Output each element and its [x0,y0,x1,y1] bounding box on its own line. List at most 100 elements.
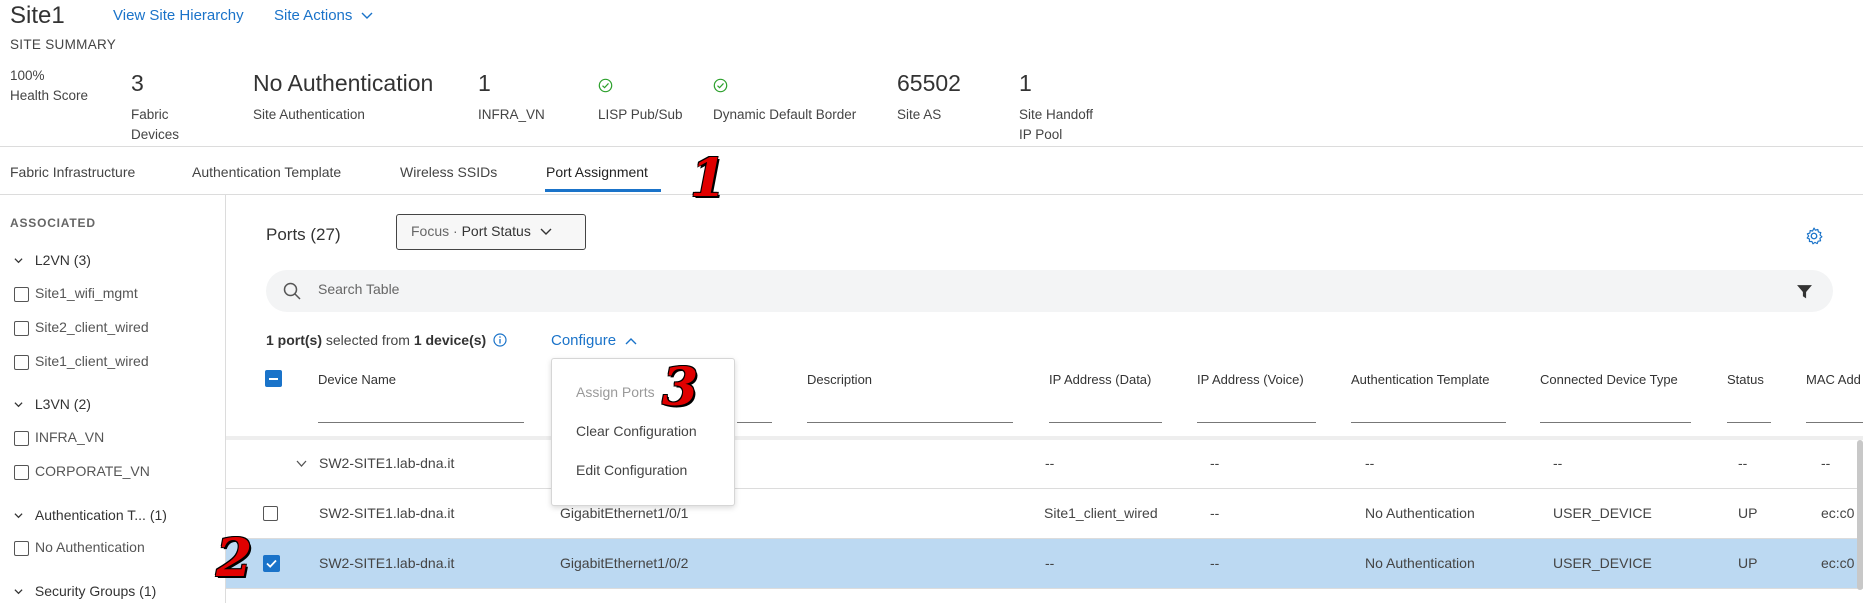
cell-device-name: SW2-SITE1.lab-dna.it [319,455,455,471]
chevron-down-icon[interactable] [296,460,307,468]
chevron-down-icon [14,589,23,595]
menu-item-clear-configuration[interactable]: Clear Configuration [576,423,697,439]
configure-dropdown-menu: Assign Ports Clear Configuration Edit Co… [551,358,735,506]
focus-value: Port Status [461,223,531,239]
cell-ip-data: Site1_client_wired [1044,505,1158,521]
site-handoff-label-2: IP Pool [1019,127,1063,142]
sidebar-item-label: INFRA_VN [35,429,105,445]
column-filter-device-name[interactable] [318,422,524,423]
health-score-label: Health Score [10,88,89,103]
menu-item-assign-ports[interactable]: Assign Ports [576,384,655,400]
sidebar-item-label: Site2_client_wired [35,319,149,335]
column-header-mac[interactable]: MAC Add [1806,372,1861,387]
site-summary-heading: SITE SUMMARY [10,37,117,52]
dynamic-default-border-label: Dynamic Default Border [713,107,857,122]
health-score-value: 100% [10,68,45,83]
site-actions-menu[interactable]: Site Actions [274,7,373,24]
row-checkbox-checked[interactable] [263,555,280,572]
cell-device-type: USER_DEVICE [1553,555,1652,571]
column-filter-description[interactable] [807,422,1013,423]
sidebar-group-label: L3VN (2) [34,396,91,412]
cell-device-name: SW2-SITE1.lab-dna.it [319,505,455,521]
cell-ip-voice: -- [1210,555,1220,571]
column-filter-port-name[interactable] [737,422,772,423]
row-checkbox[interactable] [263,506,278,521]
column-filter-mac[interactable] [1806,422,1863,423]
tab-wireless-ssids[interactable]: Wireless SSIDs [400,164,497,180]
site-handoff-label: Site Handoff [1019,107,1094,122]
selection-summary: 1 port(s) selected from 1 device(s) [266,332,507,348]
column-header-device-name[interactable]: Device Name [318,372,396,387]
sidebar-item-site2-client-wired[interactable]: Site2_client_wired [14,319,149,336]
configure-label: Configure [551,332,617,349]
lisp-pubsub-label: LISP Pub/Sub [598,107,683,122]
configure-menu[interactable]: Configure [551,332,637,349]
checkbox[interactable] [14,286,29,302]
sidebar-item-infra-vn[interactable]: INFRA_VN [14,429,104,446]
sidebar-group-authentication[interactable]: Authentication T... (1) [14,507,167,523]
tab-fabric-infrastructure[interactable]: Fabric Infrastructure [10,164,135,180]
sidebar-item-site1-wifi-mgmt[interactable]: Site1_wifi_mgmt [14,285,138,302]
view-site-hierarchy-link[interactable]: View Site Hierarchy [113,7,244,24]
cell-auth-template: No Authentication [1365,555,1475,571]
cell-ip-voice: -- [1210,505,1220,521]
column-filter-status[interactable] [1727,422,1771,423]
cell-port-link[interactable]: GigabitEthernet1/0/2 [560,555,688,571]
chevron-down-icon [540,228,552,235]
column-header-status[interactable]: Status [1727,372,1764,387]
checkbox[interactable] [14,320,29,336]
checkbox[interactable] [14,464,29,480]
cell-ip-voice: -- [1210,455,1220,471]
sidebar-item-site1-client-wired[interactable]: Site1_client_wired [14,353,149,370]
sidebar-group-l2vn[interactable]: L2VN (3) [14,252,91,268]
sidebar-group-l3vn[interactable]: L3VN (2) [14,396,91,412]
sidebar-item-label: Site1_client_wired [35,353,149,369]
check-circle-icon [713,78,728,93]
column-filter-auth-template[interactable] [1351,422,1506,423]
focus-dropdown[interactable]: Focus · Port Status [396,214,586,250]
cell-port-link[interactable]: GigabitEthernet1/0/1 [560,505,688,521]
column-filter-ip-data[interactable] [1049,422,1162,423]
cell-ip-data: -- [1045,455,1055,471]
cell-status: UP [1738,505,1758,521]
filter-icon[interactable] [1796,283,1813,300]
column-header-auth-template[interactable]: Authentication Template [1351,372,1490,387]
table-row-group[interactable]: SW2-SITE1.lab-dna.it -- -- -- -- -- -- [226,440,1863,489]
checkbox[interactable] [14,540,29,556]
search-icon [283,282,301,300]
column-header-description[interactable]: Description [807,372,872,387]
tab-authentication-template[interactable]: Authentication Template [192,164,341,180]
sidebar-group-security-groups[interactable]: Security Groups (1) [14,583,156,599]
chevron-down-icon [361,12,373,19]
column-filter-ip-voice[interactable] [1197,422,1316,423]
cell-device-type: USER_DEVICE [1553,505,1652,521]
annotation-3: 3 [662,357,699,418]
column-header-ip-voice[interactable]: IP Address (Voice) [1197,372,1304,387]
indeterminate-mark [269,377,278,380]
info-icon[interactable] [493,333,507,347]
column-filter-device-type[interactable] [1540,422,1691,423]
selection-summary-text: selected from [322,332,414,348]
cell-device-name: SW2-SITE1.lab-dna.it [319,555,455,571]
checkmark-icon [266,559,277,568]
gear-icon[interactable] [1804,226,1824,246]
sidebar-heading: ASSOCIATED [10,216,96,230]
site-handoff-value-link[interactable]: 1 [1019,70,1032,97]
checkbox[interactable] [14,354,29,370]
column-header-ip-data[interactable]: IP Address (Data) [1049,372,1151,387]
sidebar-group-label: L2VN (3) [34,252,91,268]
table-row-selected[interactable]: SW2-SITE1.lab-dna.it GigabitEthernet1/0/… [226,539,1863,589]
table-scrollbar[interactable] [1857,440,1863,590]
select-all-checkbox[interactable] [265,370,282,387]
sidebar-item-no-authentication[interactable]: No Authentication [14,539,145,556]
selected-port-count: 1 port(s) [266,332,322,348]
column-header-device-type[interactable]: Connected Device Type [1540,372,1678,387]
tab-port-assignment[interactable]: Port Assignment [546,164,648,180]
sidebar-item-corporate-vn[interactable]: CORPORATE_VN [14,463,150,480]
checkbox[interactable] [14,430,29,446]
menu-item-edit-configuration[interactable]: Edit Configuration [576,462,687,478]
table-row[interactable]: SW2-SITE1.lab-dna.it GigabitEthernet1/0/… [226,489,1863,539]
cell-auth-template: -- [1365,455,1375,471]
annotation-2: 2 [216,528,253,589]
search-input[interactable] [318,281,1718,297]
